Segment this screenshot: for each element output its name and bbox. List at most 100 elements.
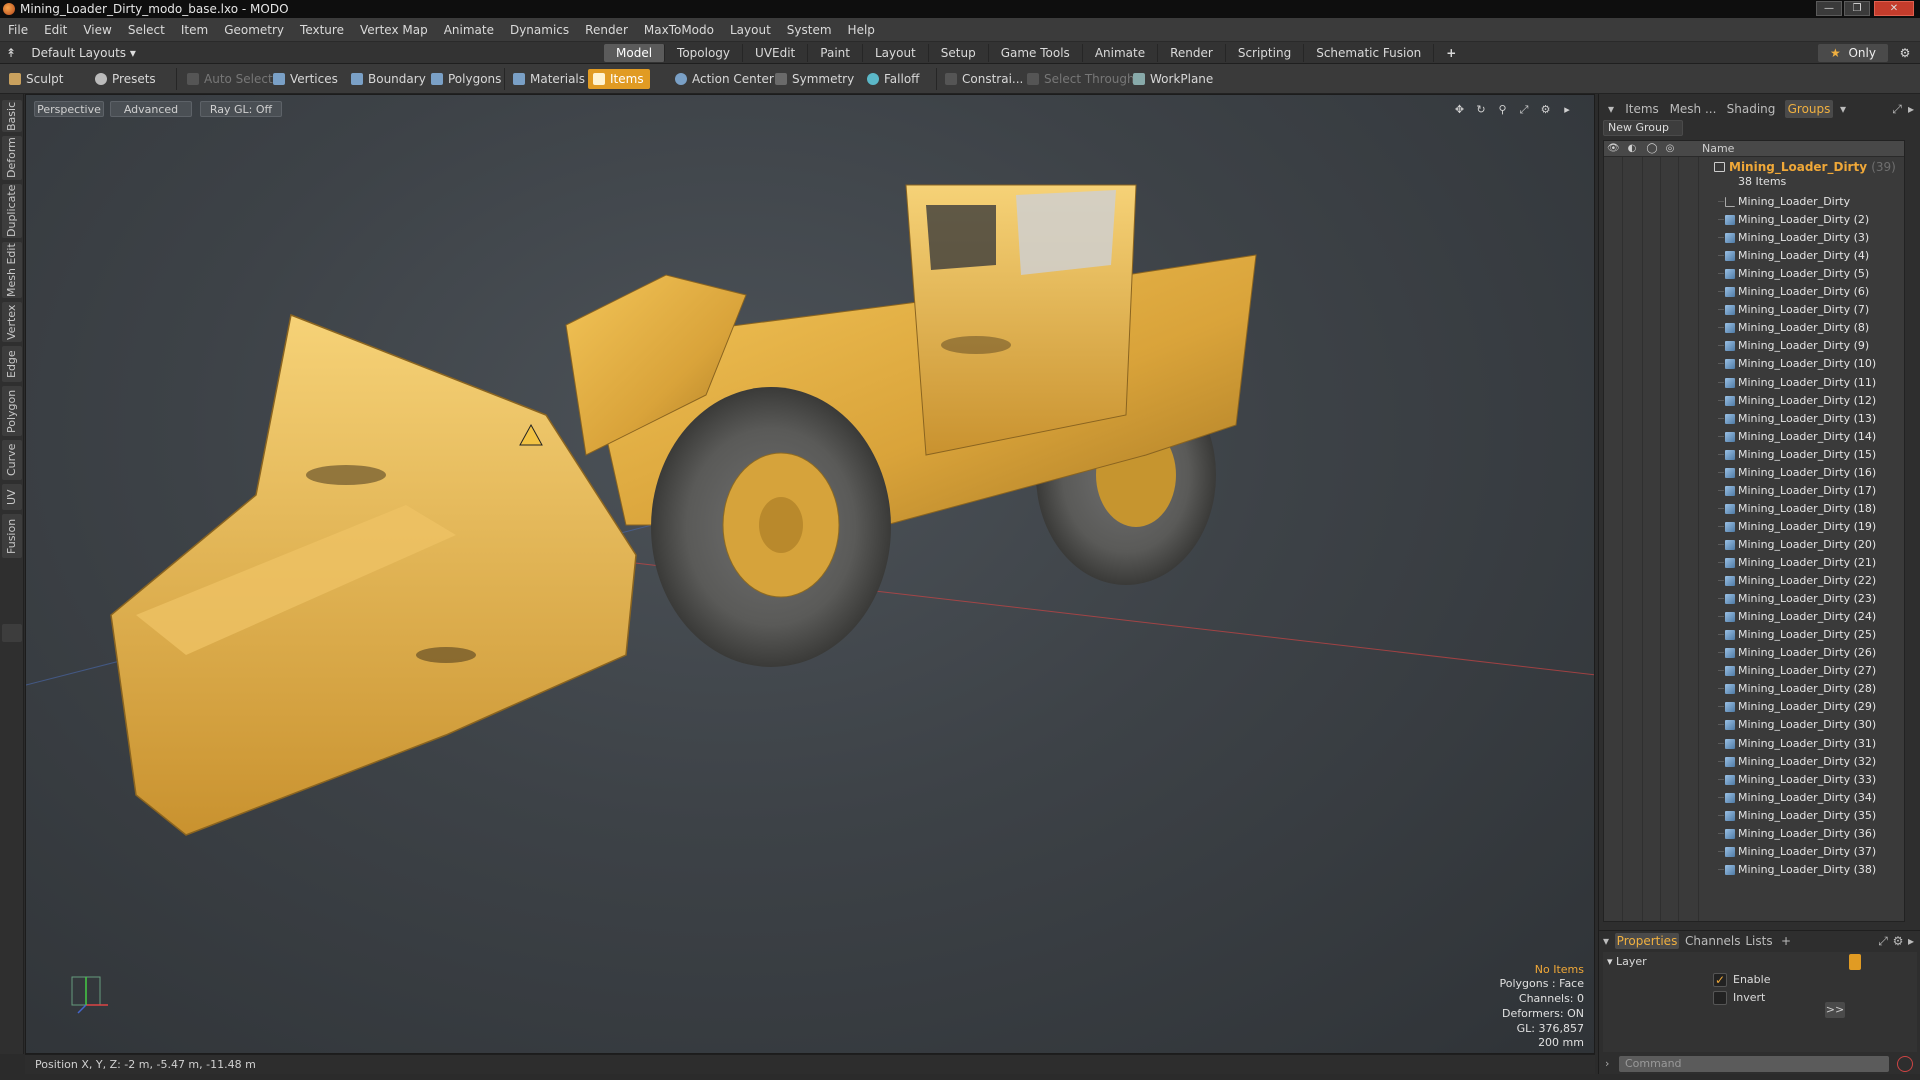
tab-items[interactable]: Items [1621, 100, 1663, 118]
tab-game-tools[interactable]: Game Tools [989, 44, 1083, 62]
menu-item[interactable]: Item [173, 18, 216, 42]
tab-layout[interactable]: Layout [863, 44, 929, 62]
list-item[interactable]: Mining_Loader_Dirty (32) [1604, 753, 1904, 771]
menu-maxtomodo[interactable]: MaxToModo [636, 18, 722, 42]
tab-duplicate[interactable]: Duplicate [2, 184, 22, 238]
list-item[interactable]: Mining_Loader_Dirty (33) [1604, 771, 1904, 789]
tab-basic[interactable]: Basic [2, 100, 22, 132]
list-item[interactable]: Mining_Loader_Dirty (36) [1604, 825, 1904, 843]
list-item[interactable]: Mining_Loader_Dirty (14) [1604, 428, 1904, 446]
render-icon[interactable]: ◐ [1626, 143, 1638, 155]
fit-icon[interactable]: ⤢ [1515, 103, 1533, 117]
menu-render[interactable]: Render [577, 18, 636, 42]
list-item[interactable]: Mining_Loader_Dirty (18) [1604, 500, 1904, 518]
list-item[interactable]: Mining_Loader_Dirty (21) [1604, 554, 1904, 572]
close-button[interactable]: ✕ [1874, 1, 1914, 16]
list-item[interactable]: Mining_Loader_Dirty (10) [1604, 355, 1904, 373]
list-item[interactable]: Mining_Loader_Dirty (2) [1604, 211, 1904, 229]
properties-expand-icon[interactable]: ⤢ [1877, 933, 1889, 949]
tab-setup[interactable]: Setup [929, 44, 989, 62]
menu-animate[interactable]: Animate [436, 18, 502, 42]
tab-uv[interactable]: UV [2, 484, 22, 510]
tab-vertex[interactable]: Vertex [2, 302, 22, 342]
layer-section[interactable]: ▾ Layer [1607, 954, 1647, 970]
list-item[interactable]: Mining_Loader_Dirty (28) [1604, 680, 1904, 698]
tab-edge[interactable]: Edge [2, 346, 22, 382]
symmetry-button[interactable]: Symmetry [770, 69, 860, 89]
list-item[interactable]: Mining_Loader_Dirty (31) [1604, 735, 1904, 753]
command-record-icon[interactable] [1897, 1056, 1913, 1072]
enable-checkbox[interactable] [1713, 972, 1727, 988]
list-item[interactable]: Mining_Loader_Dirty (38) [1604, 861, 1904, 879]
list-item[interactable]: Mining_Loader_Dirty (13) [1604, 410, 1904, 428]
tab-scripting[interactable]: Scripting [1226, 44, 1305, 62]
menu-vertex-map[interactable]: Vertex Map [352, 18, 436, 42]
zoom-icon[interactable]: ⚲ [1494, 103, 1512, 116]
list-item[interactable]: Mining_Loader_Dirty (24) [1604, 608, 1904, 626]
tab-render[interactable]: Render [1158, 44, 1226, 62]
lock-icon[interactable]: ◯ [1646, 143, 1658, 155]
tab-groups[interactable]: Groups [1785, 100, 1833, 118]
tab-polygon[interactable]: Polygon [2, 386, 22, 436]
tab-lists[interactable]: Lists [1741, 933, 1777, 949]
menu-geometry[interactable]: Geometry [216, 18, 292, 42]
palette-toggle-button[interactable] [2, 624, 22, 642]
list-item[interactable]: Mining_Loader_Dirty (12) [1604, 392, 1904, 410]
tab-uvedit[interactable]: UVEdit [743, 44, 809, 62]
tab-deform[interactable]: Deform [2, 136, 22, 180]
materials-button[interactable]: Materials [508, 69, 591, 89]
list-item[interactable]: Mining_Loader_Dirty (29) [1604, 698, 1904, 716]
tab-paint[interactable]: Paint [808, 44, 863, 62]
new-group-button[interactable]: New Group [1603, 120, 1683, 136]
list-item[interactable]: Mining_Loader_Dirty (23) [1604, 590, 1904, 608]
list-item[interactable]: Mining_Loader_Dirty (35) [1604, 807, 1904, 825]
list-item[interactable]: Mining_Loader_Dirty (22) [1604, 572, 1904, 590]
tab-model[interactable]: Model [604, 44, 666, 62]
list-item[interactable]: Mining_Loader_Dirty (26) [1604, 644, 1904, 662]
falloff-button[interactable]: Falloff [862, 69, 925, 89]
invert-checkbox[interactable] [1713, 991, 1727, 1005]
expand-panel-icon[interactable]: ⤢ [1891, 100, 1903, 118]
menu-file[interactable]: File [0, 18, 36, 42]
menu-dynamics[interactable]: Dynamics [502, 18, 577, 42]
list-item[interactable]: Mining_Loader_Dirty (6) [1604, 283, 1904, 301]
tab-mesh[interactable]: Mesh ... [1669, 100, 1717, 118]
tab-shading[interactable]: Shading [1723, 100, 1779, 118]
viewport-gear-icon[interactable]: ⚙ [1537, 103, 1555, 116]
add-properties-tab-button[interactable]: + [1779, 933, 1793, 949]
layout-dropdown[interactable]: ↟ Default Layouts ▾ [6, 42, 136, 64]
add-tab-button[interactable]: + [1434, 44, 1468, 62]
gear-icon[interactable]: ⚙ [1896, 44, 1914, 62]
only-toggle[interactable]: ★ Only [1818, 44, 1888, 62]
menu-texture[interactable]: Texture [292, 18, 352, 42]
workplane-button[interactable]: WorkPlane [1128, 69, 1219, 89]
list-item[interactable]: Mining_Loader_Dirty (5) [1604, 265, 1904, 283]
pan-icon[interactable]: ✥ [1451, 103, 1469, 116]
visibility-eye-icon[interactable]: 👁 [1607, 143, 1620, 155]
tab-properties[interactable]: Properties [1615, 933, 1679, 949]
menu-help[interactable]: Help [840, 18, 883, 42]
menu-edit[interactable]: Edit [36, 18, 75, 42]
presets-button[interactable]: Presets [90, 69, 162, 89]
list-item[interactable]: Mining_Loader_Dirty (8) [1604, 319, 1904, 337]
properties-scrollbar[interactable] [1849, 954, 1861, 970]
menu-system[interactable]: System [779, 18, 840, 42]
list-item[interactable]: Mining_Loader_Dirty [1604, 193, 1904, 211]
list-item[interactable]: Mining_Loader_Dirty (37) [1604, 843, 1904, 861]
tab-curve[interactable]: Curve [2, 440, 22, 480]
boundary-button[interactable]: Boundary [346, 69, 432, 89]
properties-more-arrow-icon[interactable]: ▸ [1905, 933, 1917, 949]
list-item[interactable]: Mining_Loader_Dirty (30) [1604, 716, 1904, 734]
tab-animate[interactable]: Animate [1083, 44, 1159, 62]
menu-layout[interactable]: Layout [722, 18, 779, 42]
select-through-button[interactable]: Select Through [1022, 69, 1141, 89]
polygons-button[interactable]: Polygons [426, 69, 507, 89]
restore-button[interactable]: ❐ [1844, 1, 1870, 16]
panel-menu-arrow-icon[interactable]: ▾ [1607, 100, 1615, 118]
3d-viewport[interactable]: Perspective Advanced Ray GL: Off ✥ ↻ ⚲ ⤢… [25, 94, 1595, 1054]
tab-fusion[interactable]: Fusion [2, 514, 22, 558]
menu-view[interactable]: View [75, 18, 119, 42]
group-row[interactable]: Mining_Loader_Dirty (39) 38 Items [1604, 159, 1904, 193]
tab-mesh-edit[interactable]: Mesh Edit [2, 242, 22, 298]
list-item[interactable]: Mining_Loader_Dirty (7) [1604, 301, 1904, 319]
